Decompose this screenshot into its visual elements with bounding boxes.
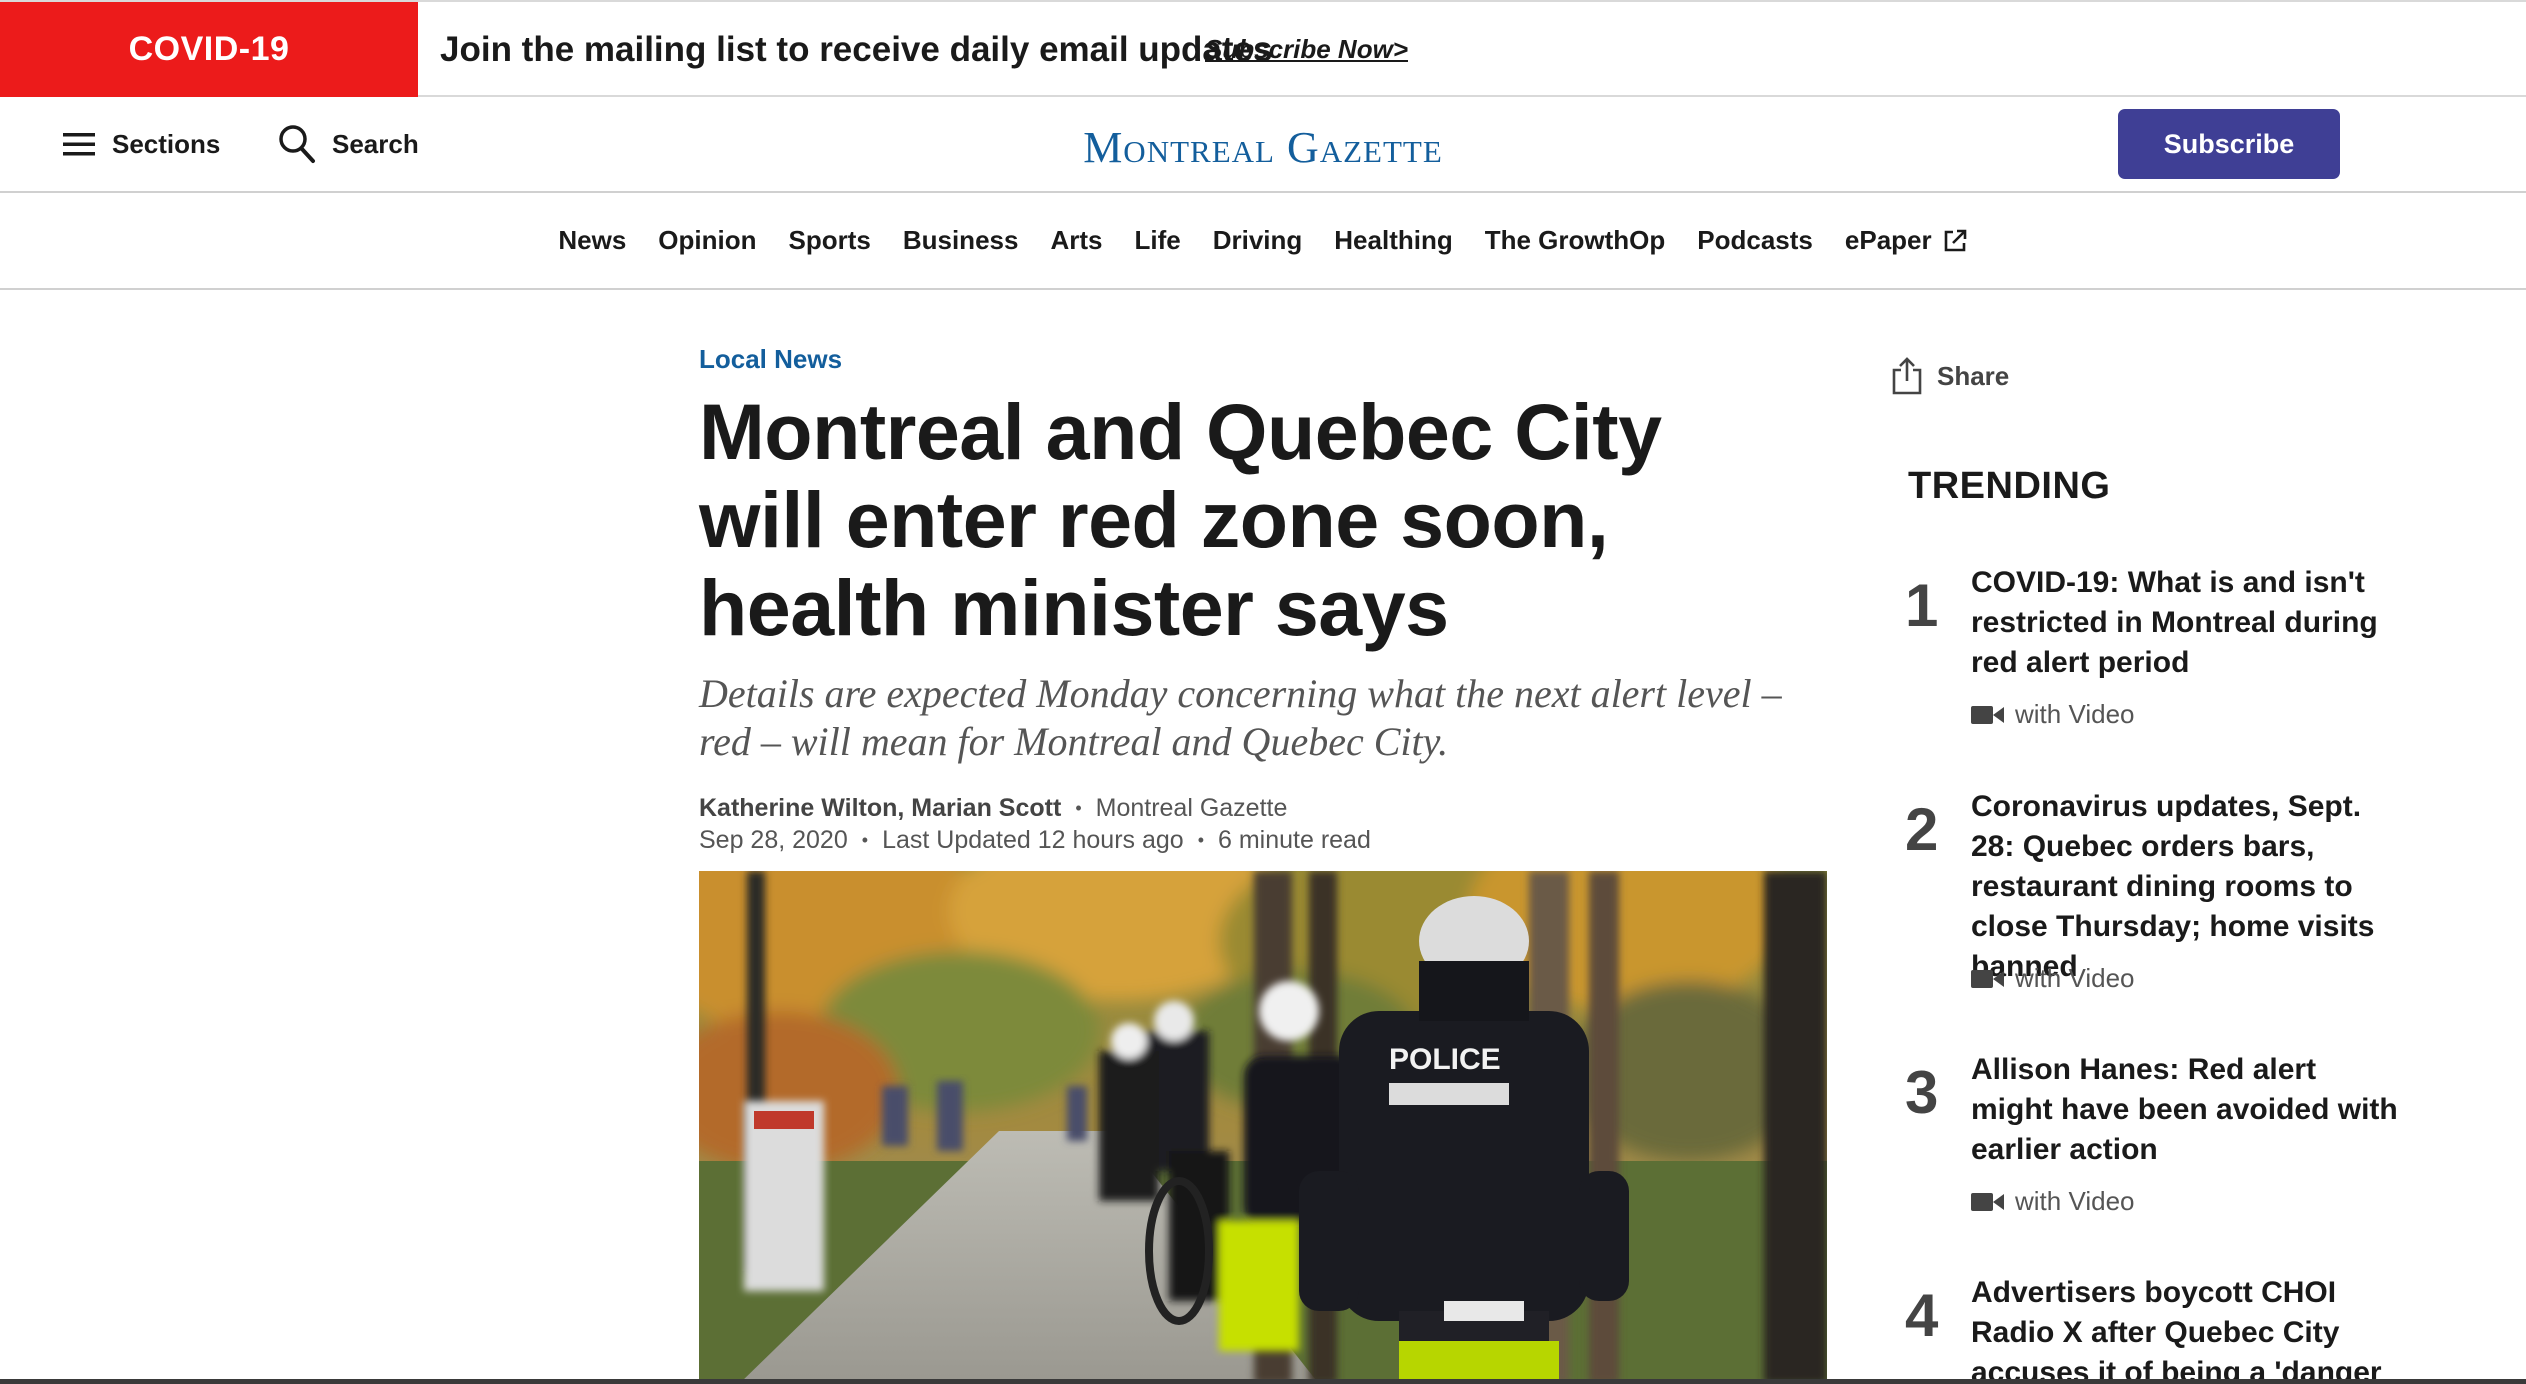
published-date: Sep 28, 2020: [699, 826, 848, 854]
nav-item-opinion[interactable]: Opinion: [658, 225, 756, 256]
video-tag: with Video: [1971, 699, 2135, 730]
video-tag: with Video: [1971, 1186, 2135, 1217]
covid-promo-bar: COVID-19 Join the mailing list to receiv…: [0, 0, 2526, 97]
site-logo[interactable]: Montreal Gazette: [1083, 122, 1443, 173]
sections-label: Sections: [112, 128, 221, 159]
article-category-link[interactable]: Local News: [699, 344, 842, 375]
mailing-list-message: Join the mailing list to receive daily e…: [440, 29, 1273, 69]
trending-link[interactable]: COVID-19: What is and isn't restricted i…: [1971, 563, 2401, 683]
byline-authors[interactable]: Katherine Wilton, Marian Scott: [699, 794, 1061, 823]
nav-item-driving[interactable]: Driving: [1213, 225, 1303, 256]
last-updated: Last Updated 12 hours ago: [882, 826, 1184, 854]
police-bike-patrol-photo: POLICE: [699, 871, 1827, 1384]
video-camera-icon: [1971, 1192, 2004, 1211]
share-label: Share: [1937, 360, 2010, 391]
trending-link[interactable]: Coronavirus updates, Sept. 28: Quebec or…: [1971, 787, 2401, 987]
trending-rank: 3: [1905, 1059, 1939, 1126]
hamburger-icon: [63, 133, 95, 156]
search-icon: [279, 125, 315, 163]
trending-rank: 2: [1905, 796, 1939, 863]
nav-item-growthop[interactable]: The GrowthOp: [1485, 225, 1666, 256]
nav-item-epaper-label: ePaper: [1844, 225, 1932, 255]
trending-link[interactable]: Advertisers boycott CHOI Radio X after Q…: [1971, 1273, 2395, 1384]
video-tag-label: with Video: [2015, 1186, 2135, 1216]
trending-link[interactable]: Allison Hanes: Red alert might have been…: [1971, 1050, 2401, 1170]
nav-item-arts[interactable]: Arts: [1050, 225, 1102, 256]
video-tag-label: with Video: [2015, 963, 2135, 993]
main-nav: News Opinion Sports Business Arts Life D…: [0, 193, 2526, 290]
separator-dot: •: [1197, 830, 1204, 850]
video-camera-icon: [1971, 969, 2004, 988]
search-label: Search: [332, 128, 419, 159]
byline-publication: Montreal Gazette: [1095, 794, 1288, 822]
hero-photo[interactable]: POLICE: [699, 871, 1827, 1384]
nav-item-healthing[interactable]: Healthing: [1334, 225, 1452, 256]
bottom-edge-strip: [0, 1379, 2526, 1384]
dateline: Sep 28, 2020 • Last Updated 12 hours ago…: [699, 826, 1371, 855]
byline: Katherine Wilton, Marian Scott • Montrea…: [699, 794, 1287, 823]
subscribe-now-link[interactable]: Subscribe Now>: [1205, 2, 1408, 97]
nav-item-podcasts[interactable]: Podcasts: [1697, 225, 1813, 256]
trending-rank: 4: [1905, 1282, 1939, 1349]
video-tag-label: with Video: [2015, 699, 2135, 729]
separator-dot: •: [861, 830, 869, 850]
vest-text: POLICE: [1389, 1043, 1501, 1076]
trending-rank: 1: [1905, 572, 1939, 639]
covid-badge[interactable]: COVID-19: [0, 2, 418, 97]
video-tag: with Video: [1971, 963, 2135, 994]
article-headline: Montreal and Quebec City will enter red …: [699, 387, 1662, 652]
separator-dot: •: [1075, 798, 1082, 818]
search-button[interactable]: Search: [278, 97, 419, 191]
article-dek: Details are expected Monday concerning w…: [699, 671, 1782, 764]
share-button[interactable]: Share: [1891, 356, 2009, 396]
read-time: 6 minute read: [1218, 826, 1371, 854]
subscribe-button[interactable]: Subscribe: [2118, 109, 2340, 179]
nav-item-epaper[interactable]: ePaper: [1845, 225, 1968, 256]
video-camera-icon: [1971, 705, 2004, 724]
nav-item-life[interactable]: Life: [1134, 225, 1180, 256]
nav-item-news[interactable]: News: [558, 225, 626, 256]
nav-item-sports[interactable]: Sports: [789, 225, 871, 256]
sections-button[interactable]: Sections: [62, 97, 220, 191]
nav-item-business[interactable]: Business: [903, 225, 1019, 256]
external-link-icon: [1944, 229, 1966, 251]
trending-item: 4 Advertisers boycott CHOI Radio X after…: [1905, 1273, 2395, 1384]
site-header: Sections Search Montreal Gazette Subscri…: [0, 97, 2526, 193]
share-icon: [1892, 357, 1922, 395]
trending-heading: TRENDING: [1908, 465, 2111, 507]
